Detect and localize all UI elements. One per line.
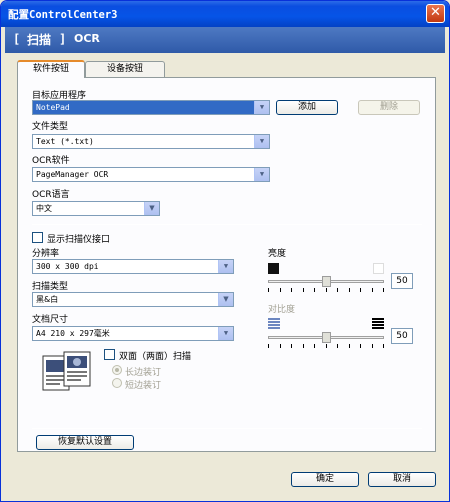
long-edge-label: 长边装订 — [125, 368, 162, 378]
slider-tick — [291, 344, 292, 348]
target-app-select[interactable]: NotePad ▼ — [32, 100, 270, 115]
show-scanner-ui-label: 显示扫描仪接口 — [47, 235, 111, 245]
brightness-dark-icon — [268, 263, 279, 274]
short-edge-label: 短边装订 — [125, 381, 162, 391]
slider-tick — [280, 288, 281, 292]
slider-tick — [337, 288, 338, 292]
section-header: [ 扫描 ] OCR — [5, 27, 445, 53]
duplex-checkbox[interactable] — [104, 349, 115, 360]
file-type-select[interactable]: Text (*.txt) ▼ — [32, 134, 270, 149]
ocr-language-value: 中文 — [36, 204, 52, 213]
scan-type-select[interactable]: 黑&白 ▼ — [32, 292, 234, 307]
brightness-light-icon — [373, 263, 384, 274]
delete-button[interactable]: 删除 — [358, 100, 420, 115]
chevron-down-icon: ▼ — [254, 101, 269, 114]
long-edge-radio[interactable] — [112, 365, 122, 375]
brightness-value[interactable]: 50 — [391, 273, 413, 289]
ocr-software-select[interactable]: PageManager OCR ▼ — [32, 167, 270, 182]
slider-tick — [383, 344, 384, 348]
chevron-down-icon: ▼ — [254, 135, 269, 148]
brightness-thumb[interactable] — [322, 276, 331, 287]
header-section: 扫描 — [27, 33, 52, 47]
slider-tick — [280, 344, 281, 348]
window-title: 配置ControlCenter3 — [8, 9, 118, 21]
file-type-label: 文件类型 — [32, 122, 69, 132]
resolution-select[interactable]: 300 x 300 dpi ▼ — [32, 259, 234, 274]
slider-tick — [314, 344, 315, 348]
slider-tick — [372, 288, 373, 292]
ocr-language-label: OCR语言 — [32, 190, 70, 200]
slider-tick — [291, 288, 292, 292]
header-subsection: OCR — [74, 32, 100, 45]
divider — [32, 428, 422, 429]
tab-software-buttons[interactable]: 软件按钮 — [17, 60, 85, 78]
slider-tick — [326, 288, 327, 292]
chevron-down-icon: ▼ — [218, 327, 233, 340]
header-bracket-close: ] — [59, 32, 67, 46]
slider-tick — [326, 344, 327, 348]
slider-tick — [303, 288, 304, 292]
add-button[interactable]: 添加 — [276, 100, 338, 115]
ocr-software-label: OCR软件 — [32, 156, 70, 166]
contrast-label: 对比度 — [268, 305, 296, 315]
ocr-software-value: PageManager OCR — [36, 170, 109, 179]
target-app-value: NotePad — [36, 103, 70, 112]
slider-tick — [360, 344, 361, 348]
slider-tick — [349, 288, 350, 292]
show-scanner-ui-checkbox[interactable] — [32, 232, 43, 243]
brightness-label: 亮度 — [268, 249, 287, 259]
chevron-down-icon: ▼ — [218, 293, 233, 306]
brightness-ticks — [268, 288, 384, 292]
resolution-label: 分辨率 — [32, 249, 60, 259]
resolution-value: 300 x 300 dpi — [36, 262, 99, 271]
ok-button[interactable]: 确定 — [291, 472, 359, 487]
chevron-down-icon: ▼ — [144, 202, 159, 215]
brightness-slider[interactable] — [268, 276, 384, 292]
contrast-high-icon — [372, 318, 384, 329]
divider — [32, 224, 422, 225]
slider-tick — [372, 344, 373, 348]
contrast-thumb[interactable] — [322, 332, 331, 343]
tab-panel: 目标应用程序 NotePad ▼ 添加 删除 文件类型 Text (*.txt)… — [17, 77, 436, 452]
file-type-value: Text (*.txt) — [36, 137, 94, 146]
slider-tick — [337, 344, 338, 348]
chevron-down-icon: ▼ — [254, 168, 269, 181]
slider-tick — [314, 288, 315, 292]
slider-tick — [383, 288, 384, 292]
close-icon: ✕ — [430, 5, 441, 20]
doc-size-select[interactable]: A4 210 x 297毫米 ▼ — [32, 326, 234, 341]
tab-device-buttons[interactable]: 设备按钮 — [85, 61, 165, 77]
close-button[interactable]: ✕ — [426, 4, 445, 23]
contrast-value[interactable]: 50 — [391, 328, 413, 344]
scan-type-label: 扫描类型 — [32, 282, 69, 292]
slider-tick — [360, 288, 361, 292]
slider-tick — [303, 344, 304, 348]
contrast-low-icon — [268, 318, 280, 329]
chevron-down-icon: ▼ — [218, 260, 233, 273]
doc-size-value: A4 210 x 297毫米 — [36, 329, 110, 338]
slider-tick — [268, 288, 269, 292]
title-bar[interactable]: 配置ControlCenter3 ✕ — [1, 1, 449, 27]
contrast-slider[interactable] — [268, 332, 384, 348]
contrast-ticks — [268, 344, 384, 348]
restore-defaults-button[interactable]: 恢复默认设置 — [36, 435, 134, 450]
cancel-button[interactable]: 取消 — [368, 472, 436, 487]
scan-type-value: 黑&白 — [36, 295, 59, 304]
slider-tick — [349, 344, 350, 348]
doc-size-label: 文档尺寸 — [32, 315, 69, 325]
duplex-label: 双面（两面）扫描 — [119, 352, 192, 362]
config-window: 配置ControlCenter3 ✕ [ 扫描 ] OCR 软件按钮 设备按钮 … — [0, 0, 450, 502]
header-bracket-open: [ — [13, 32, 21, 46]
slider-tick — [268, 344, 269, 348]
short-edge-radio[interactable] — [112, 378, 122, 388]
duplex-document-icon — [42, 351, 91, 391]
ocr-language-select[interactable]: 中文 ▼ — [32, 201, 160, 216]
